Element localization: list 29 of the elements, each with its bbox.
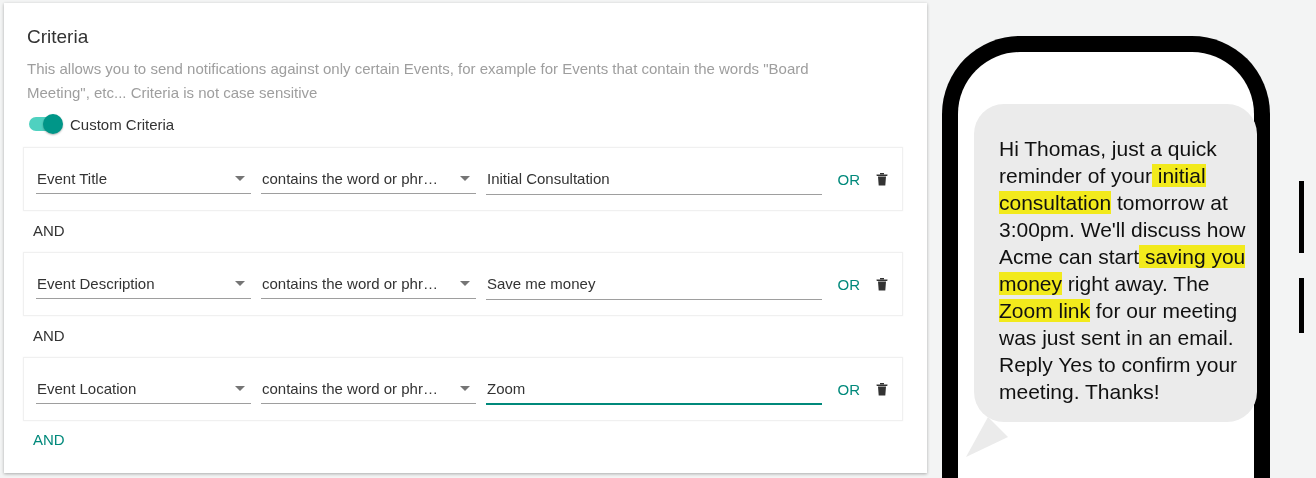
- value-field[interactable]: Initial Consultation: [486, 163, 822, 195]
- toggle-label: Custom Criteria: [70, 115, 175, 133]
- section-title: Criteria: [27, 25, 90, 49]
- caret-icon: [235, 176, 245, 181]
- add-and-button[interactable]: AND: [33, 431, 65, 448]
- message-text: Hi Thomas, just a quick reminder of your initial consultation tomorrow at 3:00pm. We'll discuss how Acme can start saving you money right away. The Zoom link for our meeting was just sent in an email. Reply Yes to confirm your meeting. Thanks!: [999, 136, 1247, 405]
- caret-icon: [235, 281, 245, 286]
- trash-icon[interactable]: [876, 277, 888, 291]
- operator-dropdown[interactable]: contains the word or phr…: [261, 374, 476, 404]
- and-label: AND: [33, 327, 66, 345]
- value-field[interactable]: Save me money: [486, 268, 822, 300]
- description-text: This allows you to send notifications against only certain Events, for example for Events that contain the words "Board Meeting", etc... Criteria is not case sensitive: [27, 59, 810, 103]
- caret-icon: [460, 281, 470, 286]
- value-field[interactable]: Zoom: [486, 373, 822, 405]
- caret-icon: [235, 386, 245, 391]
- or-button[interactable]: OR: [835, 168, 862, 190]
- caret-icon: [460, 386, 470, 391]
- and-label: AND: [33, 222, 66, 240]
- field-dropdown[interactable]: Event Description: [36, 269, 251, 299]
- operator-dropdown[interactable]: contains the word or phr…: [261, 164, 476, 194]
- field-dropdown[interactable]: Event Location: [36, 374, 251, 404]
- or-button[interactable]: OR: [835, 273, 862, 295]
- trash-icon[interactable]: [876, 172, 888, 186]
- trash-icon[interactable]: [876, 382, 888, 396]
- operator-dropdown[interactable]: contains the word or phr…: [261, 269, 476, 299]
- field-dropdown[interactable]: Event Title: [36, 164, 251, 194]
- or-button[interactable]: OR: [835, 378, 862, 400]
- toggle-switch[interactable]: [29, 117, 61, 131]
- caret-icon: [460, 176, 470, 181]
